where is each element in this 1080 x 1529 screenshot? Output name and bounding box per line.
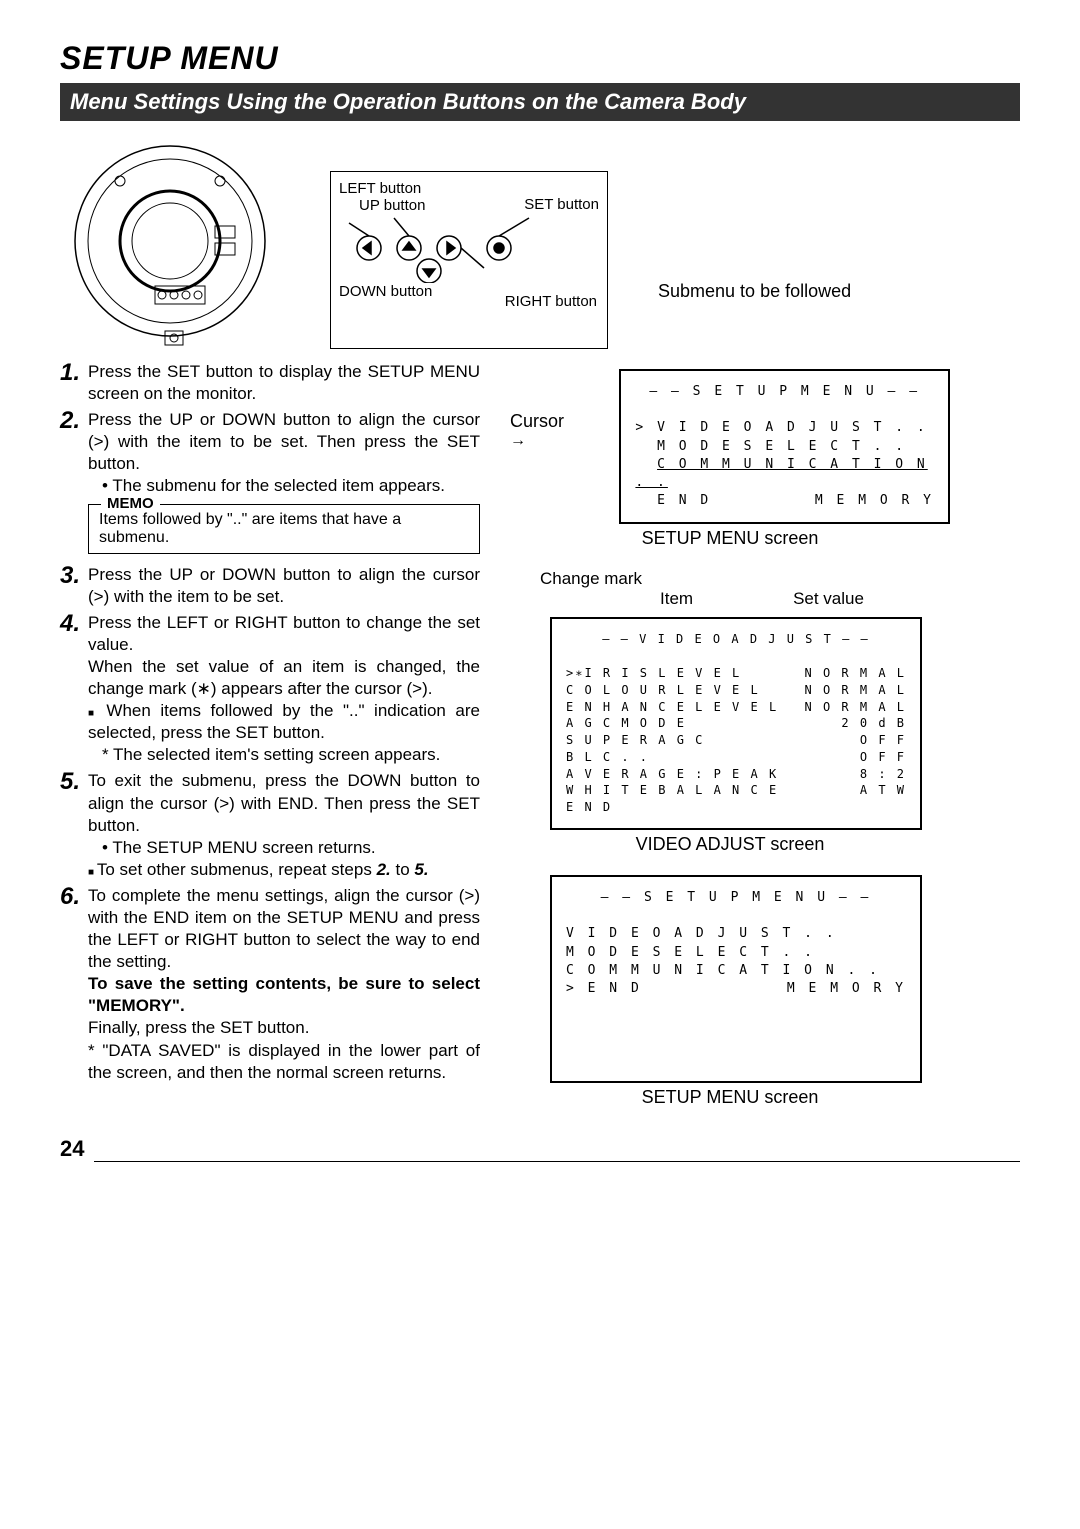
memo-box: MEMO Items followed by ".." are items th… xyxy=(88,504,480,554)
screen-caption: SETUP MENU screen xyxy=(510,1087,950,1108)
page-number: 24 xyxy=(60,1136,84,1162)
change-mark-label: Change mark xyxy=(540,569,642,589)
memo-title: MEMO xyxy=(101,495,160,512)
step-text: To complete the menu settings, align the… xyxy=(88,885,480,1084)
set-value-label: Set value xyxy=(793,589,864,609)
step-text: Press the UP or DOWN button to align the… xyxy=(88,564,480,608)
step-text: Press the LEFT or RIGHT button to change… xyxy=(88,612,480,767)
left-button-label: LEFT button xyxy=(339,180,599,197)
memo-text: Items followed by ".." are items that ha… xyxy=(99,511,401,546)
step-number: 4. xyxy=(60,612,88,767)
footer-rule xyxy=(94,1161,1020,1162)
submenu-followed-label: Submenu to be followed xyxy=(658,281,851,351)
item-label: Item xyxy=(660,589,693,609)
step-text: Press the SET button to display the SETU… xyxy=(88,361,480,405)
screen-caption: VIDEO ADJUST screen xyxy=(510,834,950,855)
section-heading: Menu Settings Using the Operation Button… xyxy=(60,83,1020,121)
step-number: 6. xyxy=(60,885,88,1084)
step-number: 5. xyxy=(60,770,88,880)
step-text: To exit the submenu, press the DOWN butt… xyxy=(88,770,480,880)
camera-body-diagram xyxy=(60,131,320,351)
step-text: Press the UP or DOWN button to align the… xyxy=(88,409,480,497)
video-adjust-screen: – – V I D E O A D J U S T – – >∗I R I S … xyxy=(550,617,922,830)
screens-column: Cursor → – – S E T U P M E N U – – > V I… xyxy=(510,361,950,1128)
screen-caption: SETUP MENU screen xyxy=(510,528,950,549)
instructions-column: 1.Press the SET button to display the SE… xyxy=(60,361,480,1128)
page-title: SETUP MENU xyxy=(60,40,1020,77)
step-number: 1. xyxy=(60,361,88,405)
setup-menu-screen-2: – – S E T U P M E N U – – V I D E O A D … xyxy=(550,875,922,1083)
cursor-label: Cursor xyxy=(510,411,564,431)
right-button-label: RIGHT button xyxy=(505,293,597,310)
button-labels-box: LEFT button UP button SET button RIGHT b… xyxy=(330,171,608,349)
step-number: 2. xyxy=(60,409,88,497)
setup-menu-screen-1: – – S E T U P M E N U – – > V I D E O A … xyxy=(619,369,950,524)
button-icons xyxy=(339,213,579,283)
step-number: 3. xyxy=(60,564,88,608)
